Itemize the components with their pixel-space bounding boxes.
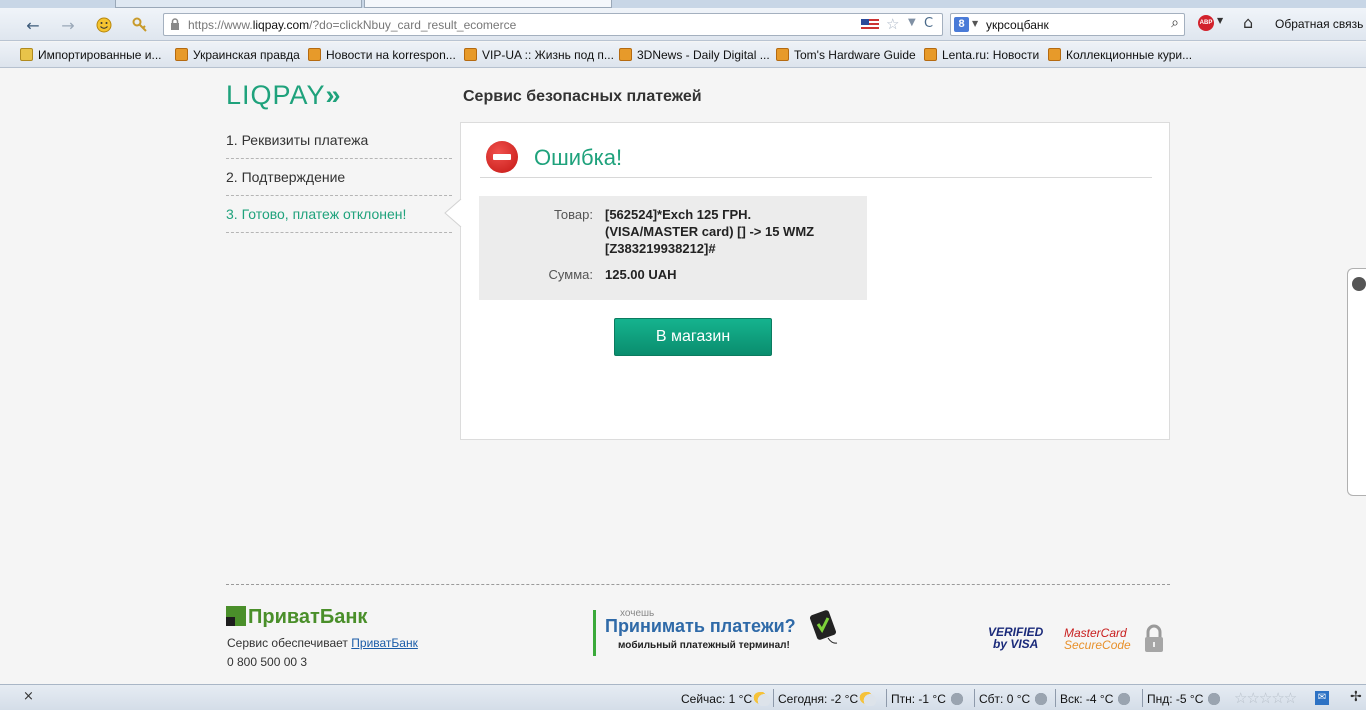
service-provider-text: Сервис обеспечивает ПриватБанк — [227, 636, 418, 650]
sun-cloud-icon — [753, 692, 774, 706]
separator — [773, 689, 774, 707]
resize-grip-icon[interactable]: ✢ — [1350, 689, 1362, 705]
bookmark-item[interactable]: Коллекционные кури... — [1048, 48, 1192, 62]
search-engine-dropdown-icon[interactable]: ▼ — [972, 19, 978, 28]
address-bar[interactable]: https://www.liqpay.com/?do=clickNbuy_car… — [163, 13, 943, 36]
page-title: Сервис безопасных платежей — [463, 88, 702, 105]
weather-sat[interactable]: Сбт: 0 °C — [979, 692, 1052, 706]
browser-tab-active[interactable] — [364, 0, 612, 8]
adblock-icon[interactable]: ABP — [1198, 15, 1214, 31]
weather-sun[interactable]: Вск: -4 °C — [1060, 692, 1135, 706]
close-addon-bar-icon[interactable]: × — [23, 689, 34, 704]
tab-strip — [0, 0, 1366, 8]
bookmarks-toolbar: Импортированные и... Украинская правда Н… — [0, 42, 1366, 68]
weather-fri[interactable]: Птн: -1 °C — [891, 692, 967, 706]
payment-steps: 1. Реквизиты платежа 2. Подтверждение 3.… — [226, 122, 452, 233]
privatbank-link[interactable]: ПриватБанк — [351, 636, 418, 650]
step-details: 1. Реквизиты платежа — [226, 122, 452, 159]
lock-icon — [170, 18, 180, 30]
privatbank-logo[interactable]: ПриватБанк — [226, 606, 367, 629]
window-bottom — [0, 710, 1366, 728]
mastercard-securecode-logo: MasterCard SecureCode — [1064, 626, 1131, 652]
rss-icon — [464, 48, 477, 61]
envelope-icon[interactable]: ✉ — [1315, 691, 1329, 705]
rss-icon — [308, 48, 321, 61]
banner-subtext: мобильный платежный терминал! — [618, 640, 790, 651]
home-icon[interactable]: ⌂ — [1243, 13, 1253, 32]
separator — [1142, 689, 1143, 707]
snow-cloud-icon — [946, 692, 967, 706]
forward-arrow-icon[interactable]: → — [57, 14, 79, 36]
rss-icon — [175, 48, 188, 61]
bookmark-item[interactable]: 3DNews - Daily Digital ... — [619, 48, 770, 62]
key-icon[interactable] — [129, 14, 151, 36]
reload-icon[interactable]: C — [924, 16, 933, 31]
privatbank-mark-icon — [226, 606, 246, 626]
amount-label: Сумма: — [548, 267, 593, 282]
folder-icon — [20, 48, 33, 61]
browser-tab[interactable] — [115, 0, 362, 8]
search-engine-icon[interactable]: 8 — [954, 17, 969, 32]
separator — [1055, 689, 1056, 707]
weather-today[interactable]: Сегодня: -2 °C — [778, 692, 880, 706]
back-arrow-icon[interactable]: ← — [22, 14, 44, 36]
weather-mon[interactable]: Пнд: -5 °C — [1147, 692, 1225, 706]
bookmark-star-icon[interactable]: ☆ — [886, 15, 899, 33]
rss-icon — [776, 48, 789, 61]
mobile-terminal-banner[interactable]: хочешь Принимать платежи? мобильный плат… — [593, 608, 843, 656]
adblock-dropdown-icon[interactable]: ▼ — [1217, 16, 1223, 25]
step-pointer — [444, 199, 462, 227]
step-confirmation: 2. Подтверждение — [226, 159, 452, 196]
rss-icon — [1048, 48, 1061, 61]
bookmark-item[interactable]: Украинская правда — [175, 48, 300, 62]
feedback-button[interactable]: Обратная связь — [1275, 17, 1363, 31]
search-icon[interactable]: ⌕ — [1171, 15, 1179, 31]
footer-divider — [226, 584, 1170, 585]
error-title: Ошибка! — [534, 145, 623, 170]
url-text[interactable]: https://www.liqpay.com/?do=clickNbuy_car… — [188, 18, 516, 32]
status-bar: × Сейчас: 1 °C Сегодня: -2 °C Птн: -1 °C… — [0, 684, 1366, 710]
navigation-toolbar: ← → https://www.liqpay.com/?do=clickNbuy… — [0, 8, 1366, 41]
search-query[interactable]: укрсоцбанк — [986, 18, 1049, 32]
feedback-side-widget[interactable] — [1347, 268, 1366, 496]
liqpay-logo[interactable]: LIQPAY» — [226, 80, 341, 111]
snow-cloud-icon — [1114, 692, 1135, 706]
payment-info: Товар: [562524]*Exch 125 ГРН. (VISA/MAST… — [479, 196, 867, 300]
banner-headline: Принимать платежи? — [605, 616, 796, 636]
back-to-shop-button[interactable]: В магазин — [614, 318, 772, 356]
sun-cloud-icon — [859, 692, 880, 706]
weather-now[interactable]: Сейчас: 1 °C — [681, 692, 774, 706]
product-value: [562524]*Exch 125 ГРН. (VISA/MASTER card… — [605, 207, 815, 256]
verified-by-visa-logo: VERIFIED by VISA — [988, 625, 1044, 651]
bookmark-item[interactable]: Импортированные и... — [20, 48, 162, 62]
search-bar[interactable]: 8 ▼ укрсоцбанк ⌕ — [950, 13, 1185, 36]
chat-icon — [1352, 277, 1366, 291]
step-result: 3. Готово, платеж отклонен! — [226, 196, 452, 233]
history-dropdown-icon[interactable]: ▼ — [908, 17, 916, 28]
url-domain: liqpay.com — [252, 18, 310, 32]
bookmark-item[interactable]: VIP-UA :: Жизнь под п... — [464, 48, 614, 62]
bookmark-item[interactable]: Новости на korrespon... — [308, 48, 456, 62]
rss-icon — [619, 48, 632, 61]
error-stop-icon — [486, 141, 518, 173]
product-label: Товар: — [554, 207, 593, 222]
divider — [480, 177, 1152, 178]
bookmark-item[interactable]: Tom's Hardware Guide — [776, 48, 916, 62]
bookmark-item[interactable]: Lenta.ru: Новости — [924, 48, 1039, 62]
smiley-icon[interactable] — [93, 14, 115, 36]
rating-stars[interactable]: ☆☆☆☆☆ — [1234, 689, 1297, 707]
us-flag-icon[interactable] — [861, 19, 879, 31]
amount-value: 125.00 UAH — [605, 267, 677, 282]
separator — [886, 689, 887, 707]
support-phone: 0 800 500 00 3 — [227, 655, 308, 669]
snow-cloud-icon — [1204, 692, 1225, 706]
rss-icon — [924, 48, 937, 61]
padlock-icon — [1145, 624, 1163, 652]
snow-cloud-icon — [1031, 692, 1052, 706]
card-reader-icon — [810, 610, 838, 644]
separator — [974, 689, 975, 707]
